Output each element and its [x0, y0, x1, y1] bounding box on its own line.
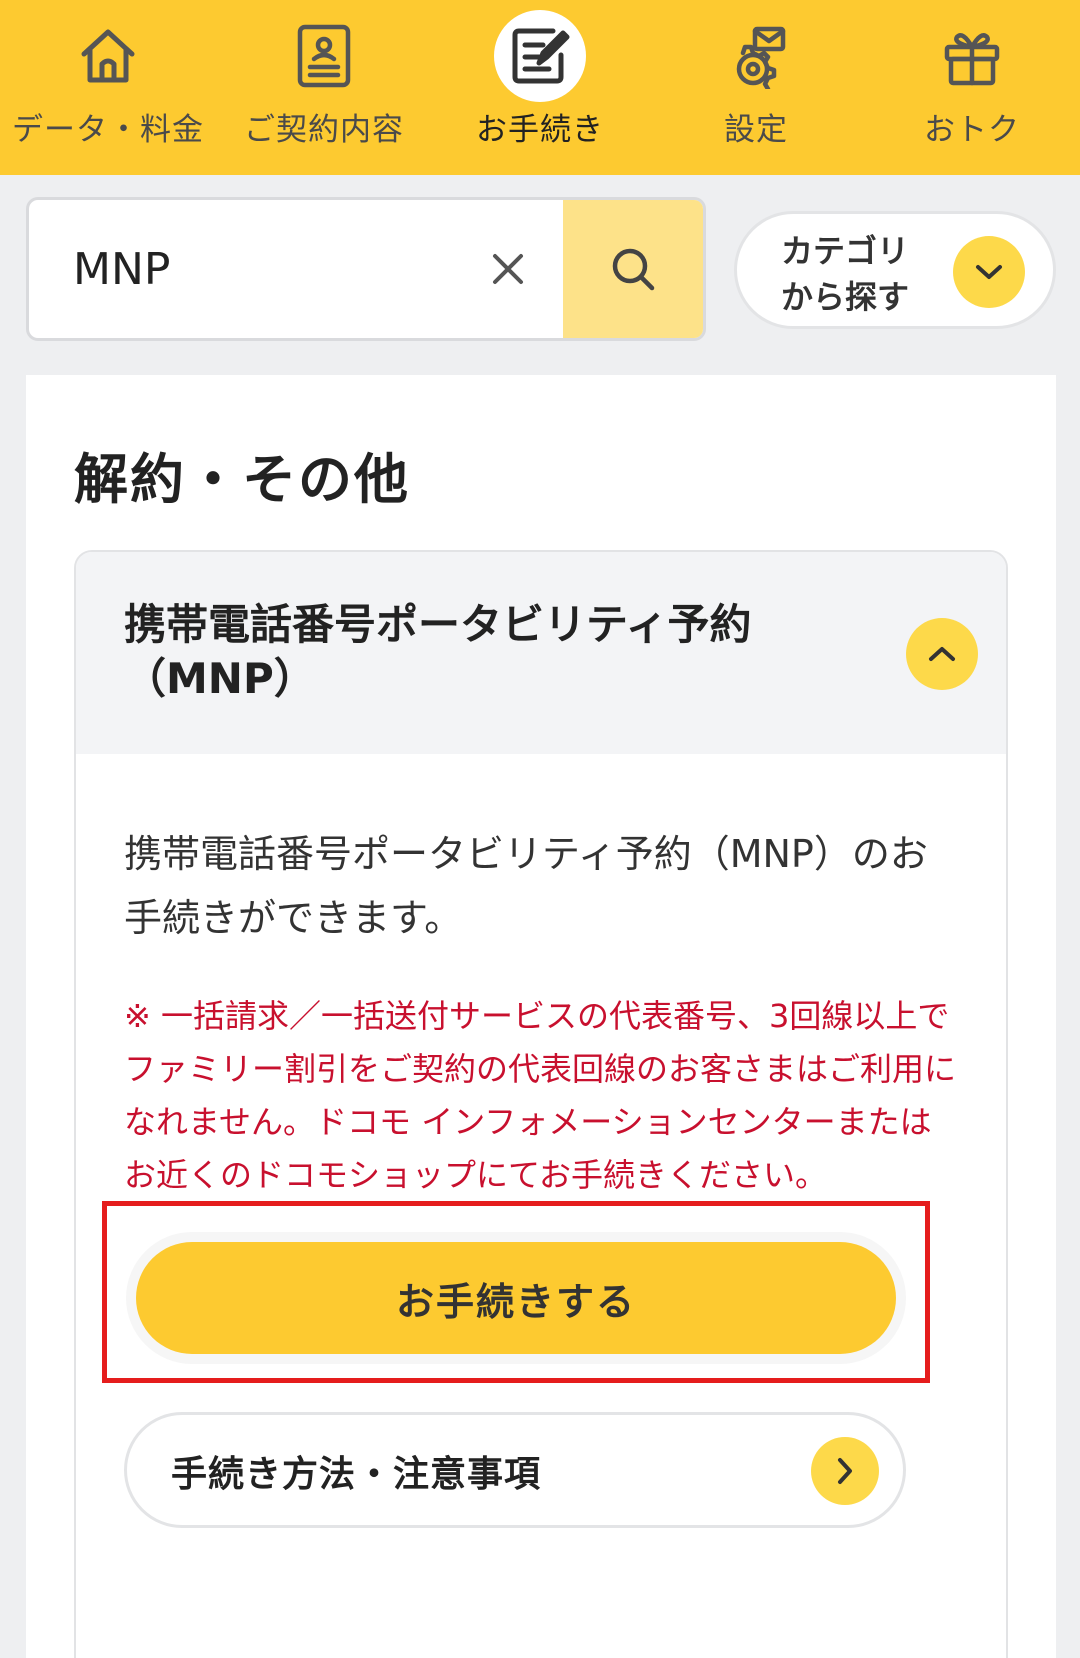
proceed-button[interactable]: お手続きする — [136, 1242, 896, 1354]
section-title: 解約・その他 — [74, 448, 410, 511]
nav-item-procedures[interactable]: お手続き — [432, 0, 648, 175]
contract-document-icon — [278, 10, 370, 102]
nav-item-settings[interactable]: 設定 — [648, 0, 864, 175]
nav-label: ご契約内容 — [244, 112, 404, 148]
chevron-up-icon[interactable] — [906, 618, 978, 690]
nav-label: おトク — [924, 112, 1020, 148]
chevron-right-icon — [811, 1437, 879, 1505]
nav-label: 設定 — [724, 112, 788, 148]
accordion-note: ※ 一括請求／一括送付サービスの代表番号、3回線以上でファミリー割引をご契約の代… — [124, 997, 957, 1194]
nav-label: データ・料金 — [12, 112, 204, 148]
nav-item-deals[interactable]: おトク — [864, 0, 1080, 175]
search-input[interactable] — [73, 200, 453, 338]
nav-item-data-fee[interactable]: データ・料金 — [0, 0, 216, 175]
close-icon — [493, 254, 523, 284]
search-box — [26, 197, 706, 341]
search-icon — [612, 248, 655, 291]
nav-label: お手続き — [476, 112, 604, 148]
accordion-header[interactable]: 携帯電話番号ポータビリティ予約（MNP） — [76, 552, 1006, 754]
clear-search-button[interactable] — [473, 234, 543, 304]
search-button[interactable] — [563, 200, 703, 338]
settings-gear-icon — [710, 10, 802, 102]
accordion-title: 携帯電話番号ポータビリティ予約（MNP） — [124, 600, 752, 703]
top-navigation: データ・料金 ご契約内容 お手続き 設定 おトク — [0, 0, 1080, 175]
category-label: カテゴリ から探す — [781, 232, 910, 316]
category-search-button[interactable]: カテゴリ から探す — [734, 211, 1056, 329]
edit-form-icon — [494, 10, 586, 102]
home-icon — [62, 10, 154, 102]
chevron-down-icon — [953, 236, 1025, 308]
nav-item-contract[interactable]: ご契約内容 — [216, 0, 432, 175]
procedure-info-label: 手続き方法・注意事項 — [171, 1454, 542, 1495]
procedure-info-link[interactable]: 手続き方法・注意事項 — [124, 1412, 906, 1528]
search-row: カテゴリ から探す — [0, 175, 1080, 375]
accordion-description: 携帯電話番号ポータビリティ予約（MNP）のお手続きができます。 — [124, 832, 928, 940]
gift-icon — [926, 10, 1018, 102]
